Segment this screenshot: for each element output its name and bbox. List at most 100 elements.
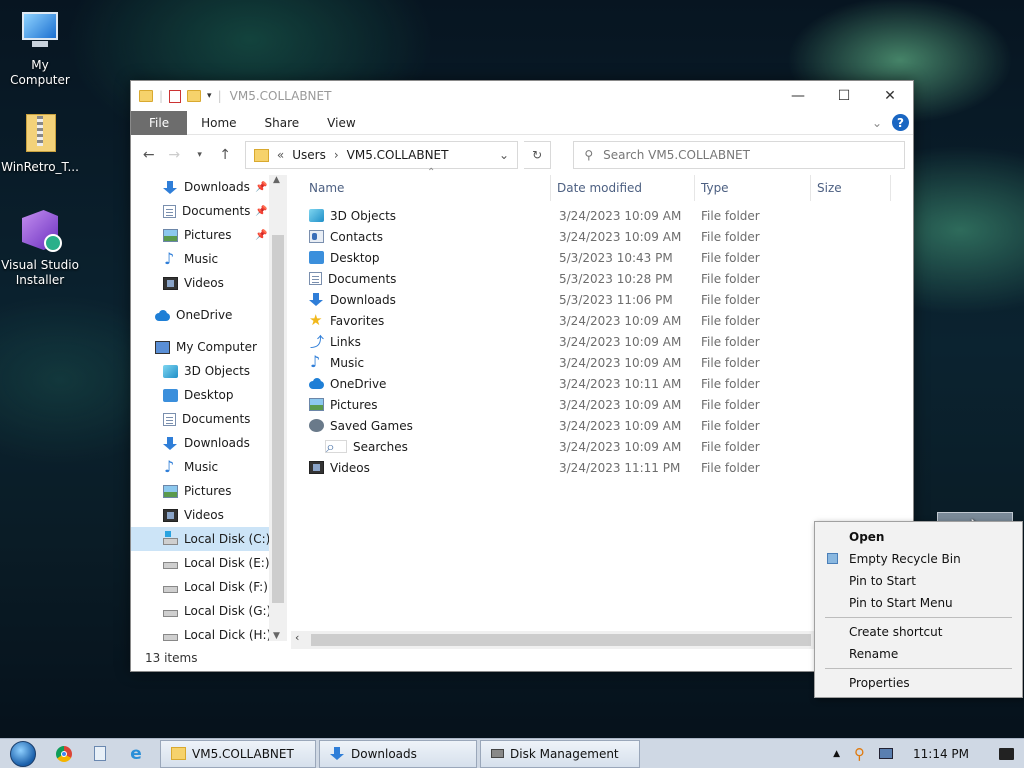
breadcrumb-users[interactable]: Users [292,148,326,162]
menu-item-create-shortcut[interactable]: Create shortcut [815,621,1022,643]
expand-ribbon-icon[interactable]: ⌄ [872,116,882,130]
nav-item-videos[interactable]: Videos [131,271,287,295]
desktop-icon-my-computer[interactable]: My Computer [0,10,80,88]
tab-share[interactable]: Share [251,111,314,135]
file-row[interactable]: Favorites 3/24/2023 10:09 AM File folder [291,310,915,331]
menu-item-pin-to-start[interactable]: Pin to Start [815,570,1022,592]
nav-item-pictures[interactable]: Pictures [131,479,287,503]
menu-item-open[interactable]: Open [815,526,1022,548]
column-header-date-modified[interactable]: Date modified [551,175,695,201]
internet-explorer-taskbar-icon[interactable]: e [118,744,154,764]
menu-item-empty-recycle-bin[interactable]: Empty Recycle Bin [815,548,1022,570]
music-icon [163,457,178,476]
file-row[interactable]: Pictures 3/24/2023 10:09 AM File folder [291,394,915,415]
taskbar-button-label: VM5.COLLABNET [192,746,294,761]
nav-item-downloads[interactable]: Downloads 📌 [131,175,287,199]
nav-item-downloads[interactable]: Downloads [131,431,287,455]
file-row[interactable]: Music 3/24/2023 10:09 AM File folder [291,352,915,373]
music-icon [309,352,324,371]
maximize-button[interactable]: ☐ [821,81,867,111]
nav-item-local-disk-c[interactable]: Local Disk (C:) [131,527,287,551]
address-bar[interactable]: « Users › VM5.COLLABNET ⌄ [244,141,519,169]
nav-item-videos[interactable]: Videos [131,503,287,527]
search-input[interactable]: Search VM5.COLLABNET [603,148,750,162]
status-bar-item-count: 13 items [145,651,198,665]
clock[interactable]: 11:14 PM [913,747,969,761]
nav-item-label: Documents [182,204,251,218]
action-center-icon[interactable] [999,747,1014,760]
file-row[interactable]: Downloads 5/3/2023 11:06 PM File folder [291,289,915,310]
close-button[interactable]: ✕ [867,81,913,111]
pin-icon[interactable]: 📌 [255,206,267,217]
menu-item-properties[interactable]: Properties [815,672,1022,694]
menu-item-pin-to-start-menu[interactable]: Pin to Start Menu [815,592,1022,614]
chrome-taskbar-icon[interactable] [46,745,82,762]
file-row[interactable]: Searches 3/24/2023 10:09 AM File folder [291,436,915,457]
column-header-size[interactable]: Size [811,175,891,201]
menu-item-rename[interactable]: Rename [815,643,1022,665]
file-row[interactable]: Links 3/24/2023 10:09 AM File folder [291,331,915,352]
file-row[interactable]: 3D Objects 3/24/2023 10:09 AM File folder [291,205,915,226]
search-box[interactable]: ⚲ Search VM5.COLLABNET [573,141,905,169]
scrollbar-thumb[interactable] [311,634,811,646]
minimize-button[interactable]: — [775,81,821,111]
nav-item-local-disk-g[interactable]: Local Disk (G:) [131,599,287,623]
column-header-type[interactable]: Type [695,175,811,201]
taskbar-button-explorer[interactable]: VM5.COLLABNET [160,739,316,768]
file-row[interactable]: Contacts 3/24/2023 10:09 AM File folder [291,226,915,247]
tab-file[interactable]: File [131,110,188,135]
properties-icon[interactable] [169,89,182,103]
new-folder-icon[interactable] [187,90,202,102]
help-icon[interactable]: ? [892,114,909,131]
pin-icon[interactable]: 📌 [255,182,267,193]
ribbon: File Home Share View ⌄ ? [131,110,913,135]
taskbar-button-downloads[interactable]: Downloads [319,739,477,768]
notepad-taskbar-icon[interactable] [82,746,118,761]
customize-toolbar-icon[interactable]: ▾ [207,91,212,101]
address-dropdown-icon[interactable]: ⌄ [499,148,509,162]
desktop-icon-winretro[interactable]: WinRetro_T... [0,112,80,175]
recent-locations-icon[interactable]: ▾ [190,150,209,160]
scroll-left-icon[interactable]: ‹ [295,631,299,644]
nav-item-music[interactable]: Music [131,455,287,479]
back-button[interactable]: ← [139,147,158,163]
pictures-icon [163,228,178,242]
tab-home[interactable]: Home [187,111,250,135]
nav-item-documents[interactable]: Documents [131,407,287,431]
nav-item-my-computer[interactable]: My Computer [131,335,287,359]
file-row[interactable]: Documents 5/3/2023 10:28 PM File folder [291,268,915,289]
nav-item-local-disk-f[interactable]: Local Disk (F:) [131,575,287,599]
file-type: File folder [701,460,760,475]
taskbar-button-disk-management[interactable]: Disk Management [480,739,640,768]
network-icon[interactable] [879,748,893,759]
breadcrumb-current[interactable]: VM5.COLLABNET [347,148,449,162]
file-row[interactable]: Saved Games 3/24/2023 10:09 AM File folder [291,415,915,436]
scroll-down-icon[interactable]: ▼ [273,631,280,641]
up-button[interactable]: ↑ [215,147,234,163]
column-header-name[interactable]: Name [291,175,551,201]
nav-item-documents[interactable]: Documents 📌 [131,199,287,223]
tab-view[interactable]: View [313,111,369,135]
nav-item-music[interactable]: Music [131,247,287,271]
nav-item-3d-objects[interactable]: 3D Objects [131,359,287,383]
show-hidden-icons-icon[interactable]: ▲ [833,749,840,759]
desktop-icon-visual-studio-installer[interactable]: Visual Studio Installer [0,210,80,288]
breadcrumb-overflow-icon[interactable]: « [277,148,284,162]
scrollbar-thumb[interactable] [272,235,284,603]
nav-item-onedrive[interactable]: OneDrive [131,303,287,327]
file-row[interactable]: Videos 3/24/2023 11:11 PM File folder [291,457,915,478]
file-row[interactable]: OneDrive 3/24/2023 10:11 AM File folder [291,373,915,394]
nav-item-local-dick-h[interactable]: Local Dick (H:) [131,623,287,647]
refresh-button[interactable]: ↻ [524,141,552,169]
nav-item-desktop[interactable]: Desktop [131,383,287,407]
pin-icon[interactable]: 📌 [255,230,267,241]
scroll-up-icon[interactable]: ▲ [273,175,280,185]
nav-item-label: OneDrive [176,308,233,322]
nav-item-pictures[interactable]: Pictures 📌 [131,223,287,247]
file-row[interactable]: Desktop 5/3/2023 10:43 PM File folder [291,247,915,268]
search-tray-icon[interactable]: ⚲ [854,745,865,763]
start-button[interactable] [0,739,46,768]
navigation-scrollbar[interactable]: ▲ ▼ [269,175,287,641]
forward-button[interactable]: → [164,147,183,163]
nav-item-local-disk-e[interactable]: Local Disk (E:) [131,551,287,575]
